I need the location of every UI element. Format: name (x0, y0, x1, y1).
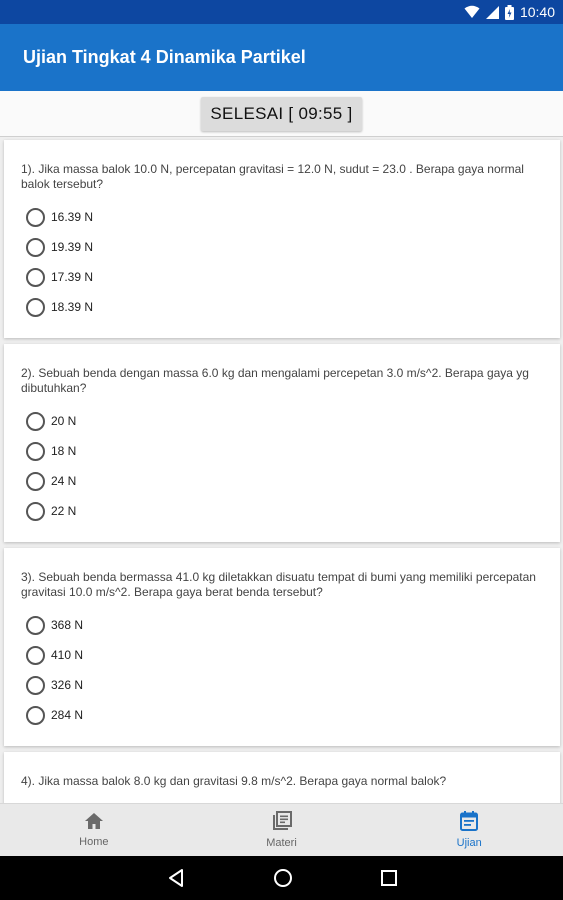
question-card: 4). Jika massa balok 8.0 kg dan gravitas… (4, 752, 560, 803)
answer-option[interactable]: 19.39 N (26, 236, 93, 258)
radio-button[interactable] (26, 675, 45, 695)
question-list[interactable]: 1). Jika massa balok 10.0 N, percepatan … (0, 138, 563, 803)
answer-option[interactable]: 18 N (26, 440, 76, 462)
question-card: 2). Sebuah benda dengan massa 6.0 kg dan… (4, 344, 560, 542)
nav-label-home: Home (79, 836, 109, 848)
answer-label: 19.39 N (51, 240, 94, 254)
bottom-navigation: Home Materi Ujian (0, 803, 563, 856)
answer-option[interactable]: 326 N (26, 674, 83, 696)
answer-option[interactable]: 18.39 N (26, 296, 93, 318)
answer-option[interactable]: 24 N (26, 470, 76, 492)
status-bar: 10:40 (0, 0, 563, 24)
radio-button[interactable] (26, 471, 45, 491)
answer-option[interactable]: 368 N (26, 614, 83, 636)
recents-icon[interactable] (380, 870, 397, 886)
answer-label: 24 N (51, 474, 77, 488)
answer-label: 17.39 N (51, 270, 94, 284)
question-text: 3). Sebuah benda bermassa 41.0 kg dileta… (21, 570, 536, 599)
home-icon (84, 812, 104, 836)
radio-button[interactable] (26, 441, 45, 461)
radio-button[interactable] (26, 615, 45, 635)
answer-option[interactable]: 20 N (26, 410, 76, 432)
question-card: 3). Sebuah benda bermassa 41.0 kg dileta… (4, 548, 560, 746)
radio-button[interactable] (26, 645, 45, 665)
question-text: 2). Sebuah benda dengan massa 6.0 kg dan… (21, 366, 529, 395)
answer-option[interactable]: 16.39 N (26, 206, 93, 228)
wifi-icon (464, 5, 480, 19)
radio-button[interactable] (26, 207, 45, 227)
answer-label: 410 N (51, 648, 84, 662)
question-card: 1). Jika massa balok 10.0 N, percepatan … (4, 140, 560, 338)
question-text: 4). Jika massa balok 8.0 kg dan gravitas… (21, 774, 447, 788)
back-icon[interactable] (167, 868, 185, 888)
app-bar: Ujian Tingkat 4 Dinamika Partikel (0, 24, 563, 91)
status-time: 10:40 (519, 4, 555, 20)
answer-label: 368 N (51, 618, 84, 632)
answer-label: 18 N (51, 444, 77, 458)
signal-icon (485, 5, 499, 19)
radio-button[interactable] (26, 267, 45, 287)
radio-button[interactable] (26, 501, 45, 521)
radio-button[interactable] (26, 705, 45, 725)
nav-label-ujian: Ujian (456, 837, 482, 849)
battery-icon (504, 4, 514, 20)
radio-button[interactable] (26, 297, 45, 317)
answer-label: 284 N (51, 708, 84, 722)
library-icon (272, 811, 292, 837)
nav-item-home[interactable]: Home (0, 804, 188, 856)
question-text: 1). Jika massa balok 10.0 N, percepatan … (21, 162, 524, 191)
radio-button[interactable] (26, 411, 45, 431)
answer-label: 326 N (51, 678, 84, 692)
answer-option[interactable]: 17.39 N (26, 266, 93, 288)
answer-label: 22 N (51, 504, 77, 518)
answer-label: 16.39 N (51, 210, 94, 224)
event-note-icon (460, 811, 479, 837)
answer-option[interactable]: 22 N (26, 500, 76, 522)
answer-option[interactable]: 410 N (26, 644, 83, 666)
app-title: Ujian Tingkat 4 Dinamika Partikel (23, 47, 306, 67)
timer-strip: SELESAI [ 09:55 ] (0, 91, 563, 137)
answer-label: 18.39 N (51, 300, 94, 314)
answer-option[interactable]: 284 N (26, 704, 83, 726)
nav-item-materi[interactable]: Materi (188, 804, 376, 856)
answer-label: 20 N (51, 414, 77, 428)
home-circle-icon[interactable] (273, 868, 293, 888)
nav-label-materi: Materi (266, 837, 297, 849)
system-navigation-bar (0, 856, 563, 900)
nav-item-ujian[interactable]: Ujian (375, 804, 563, 856)
finish-timer-button[interactable]: SELESAI [ 09:55 ] (201, 96, 362, 131)
radio-button[interactable] (26, 237, 45, 257)
